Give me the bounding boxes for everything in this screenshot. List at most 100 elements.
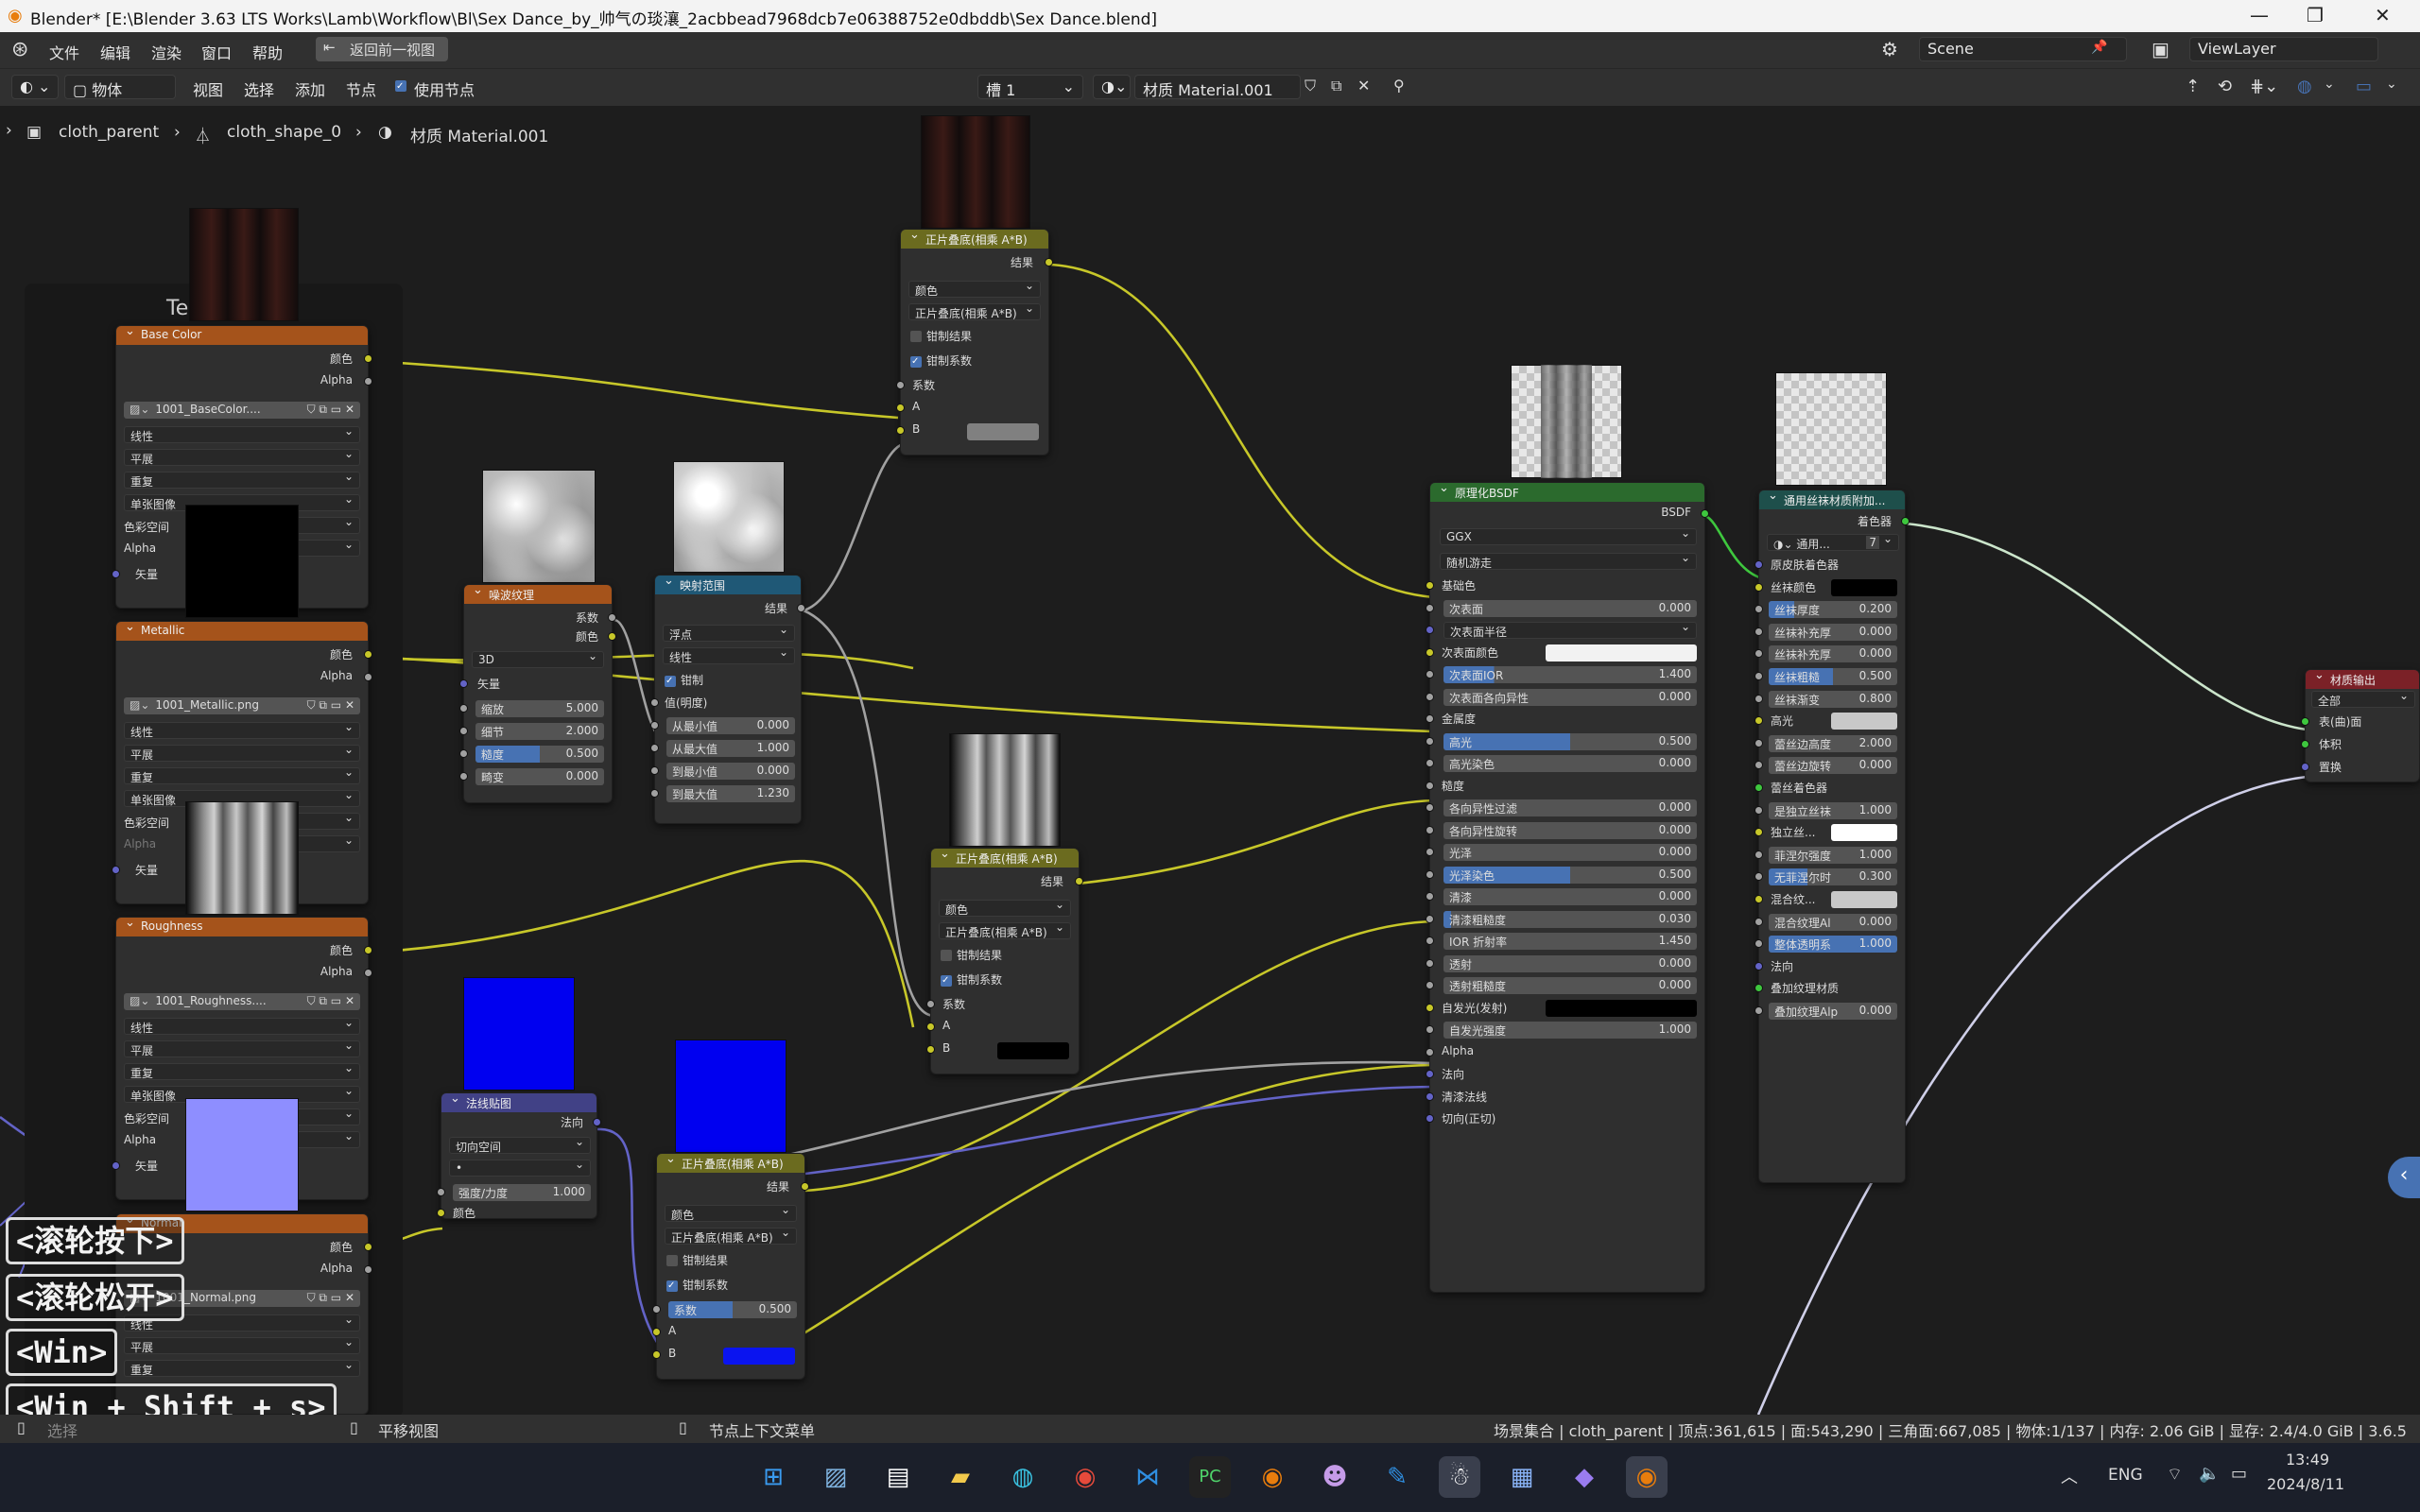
minimize-icon[interactable]: — [2250, 4, 2269, 26]
noise-field[interactable]: 细节 2.000 [475, 723, 604, 740]
mix-a-socket[interactable] [926, 1022, 935, 1031]
menu-node[interactable]: 节点 [346, 77, 376, 100]
mix-blend-dropdown[interactable]: 正片叠底(相乘 A*B) [665, 1226, 797, 1245]
vector-input-socket[interactable] [112, 866, 120, 874]
bsdf-input-socket[interactable] [1426, 781, 1434, 790]
fake-user-icon[interactable]: ⛉ [1305, 77, 1316, 95]
bsdf-input-socket[interactable] [1426, 603, 1434, 612]
sidebar-toggle-icon[interactable]: ▭ [2356, 77, 2372, 96]
output-target-dropdown[interactable]: 全部 [2311, 689, 2415, 708]
overlays-icon[interactable]: ◍ [2297, 77, 2312, 96]
bsdf-input-field[interactable]: 清漆 0.000 [1443, 888, 1697, 905]
group-input-field[interactable]: 丝袜补充厚 0.000 [1769, 645, 1897, 663]
wifi-icon[interactable]: ⌔ [2167, 1464, 2183, 1486]
group-datablock-field[interactable]: ◑⌄ 通用... 7 [1767, 532, 1899, 551]
mix-b-socket[interactable] [926, 1045, 935, 1054]
group-input-socket[interactable] [1754, 694, 1763, 703]
mix-b-color-swatch[interactable] [723, 1348, 795, 1365]
bsdf-input-field[interactable]: 各向异性旋转 0.000 [1443, 821, 1697, 839]
pin-node-tree-icon[interactable]: ⚲ [1393, 77, 1405, 94]
unlink-material-icon[interactable]: ✕ [1357, 77, 1370, 94]
mix-clamp_result-checkbox[interactable]: 钳制结果 [666, 1252, 728, 1271]
bsdf-input-socket[interactable] [1426, 1091, 1434, 1101]
use-nodes-checkbox[interactable] [395, 78, 411, 94]
group-input-field[interactable]: 菲涅尔强度 1.000 [1769, 846, 1897, 864]
group-input-socket[interactable] [1754, 761, 1763, 770]
mix-a-socket[interactable] [896, 404, 905, 412]
mix-b-socket[interactable] [652, 1350, 661, 1359]
volume-icon[interactable]: 🔈 [2199, 1464, 2220, 1484]
image-datablock-field[interactable]: ▨⌄ 1001_Roughness.... ⛉ ⧉ ▭ ✕ [124, 993, 360, 1010]
output-surface-socket[interactable] [2301, 717, 2309, 726]
group-input-socket[interactable] [1754, 895, 1763, 903]
bsdf-input-socket[interactable] [1426, 1114, 1434, 1123]
mix-node-2[interactable]: 正片叠底(相乘 A*B)结果颜色正片叠底(相乘 A*B)钳制结果钳制系数系数AB [926, 848, 1083, 1074]
breadcrumb-mesh[interactable]: cloth_shape_0 [227, 123, 341, 142]
vector-input-socket[interactable] [112, 1161, 120, 1170]
noise-vector-socket[interactable] [459, 679, 468, 688]
group-input-field[interactable]: 蕾丝边旋转 0.000 [1769, 757, 1897, 775]
uvmap-field[interactable]: • [449, 1158, 591, 1177]
bsdf-input-field[interactable]: 次表面 0.000 [1443, 599, 1697, 617]
menu-view[interactable]: 视图 [193, 77, 223, 100]
normalmap-out-socket[interactable] [593, 1118, 601, 1126]
tex-out-color-socket[interactable] [364, 1243, 372, 1251]
image-datablock-field[interactable]: ▨⌄ 1001_BaseColor.... ⛉ ⧉ ▭ ✕ [124, 402, 360, 419]
mix-a-socket[interactable] [652, 1328, 661, 1336]
bsdf-input-socket[interactable] [1426, 869, 1434, 879]
overlays-dropdown-icon[interactable]: ⌄ [2324, 77, 2335, 92]
group-input-socket[interactable] [1754, 605, 1763, 614]
image-datablock-field[interactable]: ▨⌄ 1001_Metallic.png ⛉ ⧉ ▭ ✕ [124, 697, 360, 714]
pin-icon[interactable]: 📌 [2091, 40, 2107, 55]
menu-edit[interactable]: 编辑 [100, 41, 130, 63]
noise-field-socket[interactable] [459, 727, 468, 735]
mix-node-1[interactable]: 正片叠底(相乘 A*B)结果颜色正片叠底(相乘 A*B)钳制结果钳制系数系数AB [896, 229, 1053, 455]
interpolation-dropdown[interactable]: 线性 [124, 1016, 360, 1035]
viewlayer-selector[interactable]: ViewLayer [2189, 37, 2378, 61]
menu-file[interactable]: 文件 [49, 41, 79, 63]
maprange-interp-dropdown[interactable]: 线性 [663, 645, 795, 664]
extension-dropdown[interactable]: 重复 [124, 470, 360, 489]
mix-blend-dropdown[interactable]: 正片叠底(相乘 A*B) [908, 301, 1041, 320]
group-input-socket[interactable] [1754, 672, 1763, 680]
normalmap-strength-socket[interactable] [437, 1188, 445, 1196]
bsdf-subsurface-method-dropdown[interactable]: 随机游走 [1440, 551, 1697, 570]
bsdf-input-socket[interactable] [1426, 958, 1434, 968]
noise-fac-socket[interactable] [608, 613, 616, 622]
tex-out-alpha-socket[interactable] [364, 969, 372, 977]
maprange-field-socket[interactable] [650, 766, 659, 775]
mix-node-3[interactable]: 正片叠底(相乘 A*B)结果颜色正片叠底(相乘 A*B)钳制结果钳制系数系数0.… [652, 1153, 809, 1380]
bsdf-color-swatch[interactable] [1546, 644, 1697, 662]
bsdf-input-socket[interactable] [1426, 759, 1434, 767]
start-icon[interactable]: ⊞ [752, 1456, 794, 1498]
group-input-socket[interactable] [1754, 1006, 1763, 1015]
normalmap-space-dropdown[interactable]: 切向空间 [449, 1135, 591, 1154]
bsdf-input-socket[interactable] [1426, 1003, 1434, 1012]
bsdf-input-field[interactable]: 次表面各向异性 0.000 [1443, 688, 1697, 706]
projection-dropdown[interactable]: 平展 [124, 1039, 360, 1057]
obsidian-icon[interactable]: ◆ [1564, 1456, 1605, 1498]
extension-dropdown[interactable]: 重复 [124, 1061, 360, 1080]
mix-blend-dropdown[interactable]: 正片叠底(相乘 A*B) [939, 920, 1071, 939]
menu-select[interactable]: 选择 [244, 77, 274, 100]
mix-datatype-dropdown[interactable]: 颜色 [939, 898, 1071, 917]
noise-field[interactable]: 缩放 5.000 [475, 700, 604, 717]
group-out-socket[interactable] [1901, 517, 1910, 525]
bsdf-input-socket[interactable] [1426, 670, 1434, 679]
group-input-socket[interactable] [1754, 649, 1763, 659]
projection-dropdown[interactable]: 平展 [124, 1335, 360, 1354]
menu-render[interactable]: 渲染 [151, 41, 182, 63]
normalmap-color-socket[interactable] [437, 1209, 445, 1217]
maprange-field[interactable]: 从最大值 1.000 [666, 740, 795, 757]
group-input-field[interactable]: 丝袜粗糙 0.500 [1769, 668, 1897, 685]
terminal-icon[interactable]: ▤ [877, 1456, 919, 1498]
slot-selector[interactable]: 槽 1 ⌄ [977, 75, 1083, 99]
blender-taskbar-icon[interactable]: ◉ [1252, 1456, 1293, 1498]
menu-window[interactable]: 窗口 [201, 41, 232, 63]
noise-field-socket[interactable] [459, 749, 468, 758]
interpolation-dropdown[interactable]: 线性 [124, 424, 360, 443]
bsdf-input-field[interactable]: 透射 0.000 [1443, 954, 1697, 972]
group-input-socket[interactable] [1754, 850, 1763, 859]
group-input-socket[interactable] [1754, 828, 1763, 837]
image-actions-icon[interactable]: ⛉ ⧉ ▭ ✕ [307, 994, 354, 1008]
